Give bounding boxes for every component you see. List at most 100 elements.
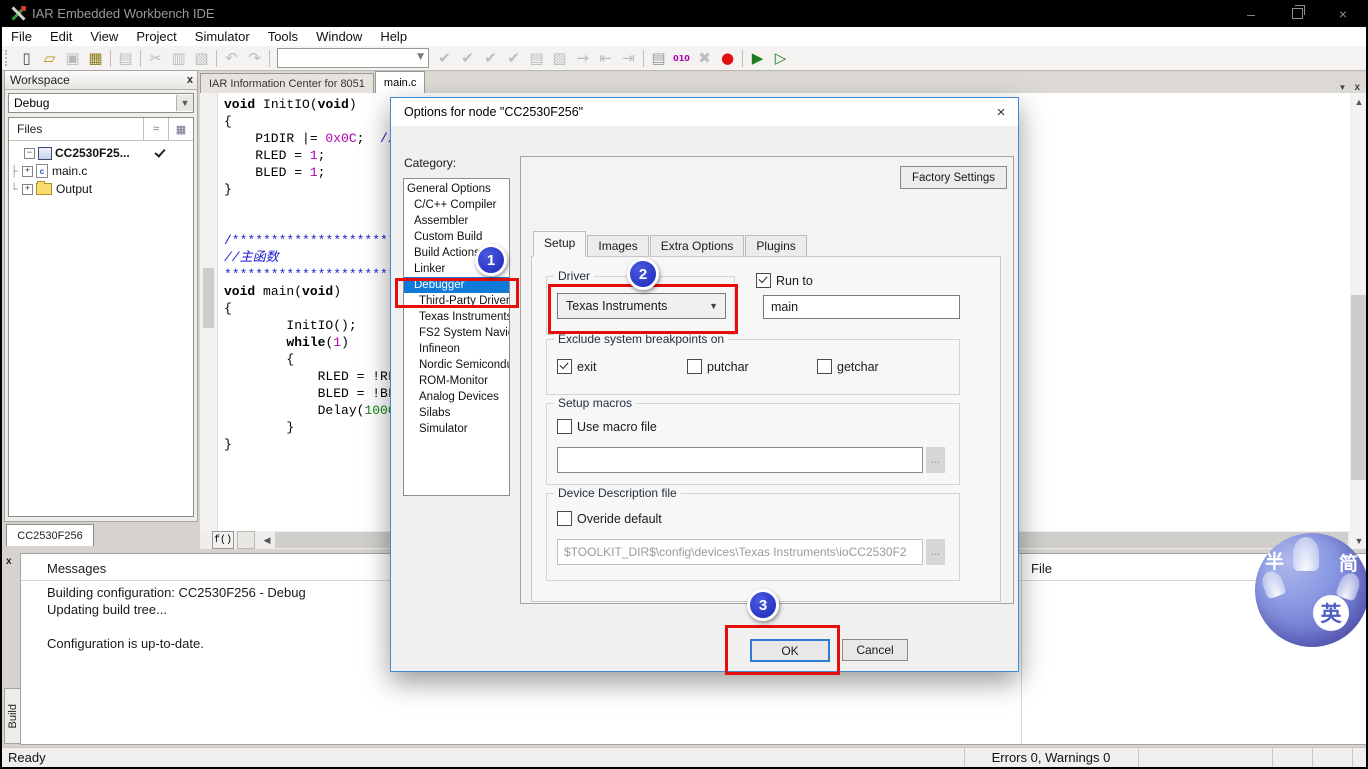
build-panel-close-icon[interactable]: x [6, 556, 12, 567]
category-item-simulator[interactable]: Simulator [404, 421, 509, 437]
debug-without-downloading-icon[interactable]: ▷ [769, 48, 792, 68]
tab-extra-options[interactable]: Extra Options [649, 235, 745, 257]
close-button[interactable]: × [1320, 0, 1366, 27]
run-to-checkbox[interactable] [756, 273, 771, 288]
menu-view[interactable]: View [81, 29, 127, 44]
output-column-icon[interactable]: ▦ [168, 118, 193, 140]
compile-icon[interactable]: ▤ [647, 48, 670, 68]
category-item-nordic-semiconductor[interactable]: Nordic Semiconductor [404, 357, 509, 373]
save-icon[interactable]: ▣ [61, 48, 84, 68]
category-item-analog-devices[interactable]: Analog Devices [404, 389, 509, 405]
workspace-bottom-tab[interactable]: CC2530F256 [6, 524, 94, 546]
category-item-rom-monitor[interactable]: ROM-Monitor [404, 373, 509, 389]
open-file-icon[interactable]: ▱ [38, 48, 61, 68]
exclude-option-getchar[interactable]: getchar [817, 359, 897, 374]
getchar-checkbox[interactable] [817, 359, 832, 374]
use-macro-file-checkbox[interactable] [557, 419, 572, 434]
category-label: Category: [404, 156, 457, 170]
category-item-general-options[interactable]: General Options [404, 181, 509, 197]
editor-tab-main-c[interactable]: main.c [374, 71, 426, 93]
editor-tab-iar-information-center-for-8051[interactable]: IAR Information Center for 8051 [200, 73, 374, 93]
menu-help[interactable]: Help [371, 29, 416, 44]
navigate-forward-icon[interactable]: → [571, 48, 594, 68]
build-panel-tab[interactable]: Build [4, 688, 21, 744]
cancel-button[interactable]: Cancel [842, 639, 908, 661]
dialog-close-icon[interactable]: × [984, 98, 1018, 126]
tab-close-icon[interactable]: x [1354, 82, 1360, 93]
find-previous-icon[interactable]: ✔ [502, 48, 525, 68]
tree-node-output[interactable]: └ + Output [9, 180, 193, 198]
download-and-debug-icon[interactable]: ▶ [746, 48, 769, 68]
replace-icon[interactable]: ✔ [456, 48, 479, 68]
exclude-option-putchar[interactable]: putchar [687, 359, 767, 374]
title-bar: IAR Embedded Workbench IDE – × [2, 0, 1366, 27]
category-item-custom-build[interactable]: Custom Build [404, 229, 509, 245]
device-browse-button[interactable]: ... [926, 539, 945, 565]
restore-button[interactable] [1274, 0, 1320, 27]
tree-node-cc2530f25-[interactable]: − CC2530F25... [9, 144, 193, 162]
copy-icon[interactable]: ▥ [167, 48, 190, 68]
vscroll-up-icon[interactable]: ▲ [1350, 93, 1366, 110]
menu-file[interactable]: File [2, 29, 41, 44]
device-file-input[interactable]: $TOOLKIT_DIR$\config\devices\Texas Instr… [557, 539, 923, 565]
function-list-button[interactable]: f() [212, 531, 234, 549]
stop-build-icon[interactable]: ✖ [693, 48, 716, 68]
undo-icon[interactable]: ↶ [220, 48, 243, 68]
hscroll-left-icon[interactable]: ◀ [259, 532, 275, 548]
factory-settings-button[interactable]: Factory Settings [900, 166, 1007, 189]
menu-tools[interactable]: Tools [259, 29, 307, 44]
tree-node-main-c[interactable]: ├ + c main.c [9, 162, 193, 180]
tree-expander-icon[interactable]: + [22, 165, 33, 177]
category-item-c-c-compiler[interactable]: C/C++ Compiler [404, 197, 509, 213]
category-list[interactable]: General Options C/C++ Compiler Assembler Cu… [403, 178, 510, 496]
build-order-icon[interactable]: ≈ [143, 118, 168, 140]
use-macro-file-row[interactable]: Use macro file [557, 419, 657, 434]
cut-icon[interactable]: ✂ [144, 48, 167, 68]
minimize-button[interactable]: – [1228, 0, 1274, 27]
menu-simulator[interactable]: Simulator [186, 29, 259, 44]
vscroll-down-icon[interactable]: ▼ [1350, 532, 1366, 549]
category-item-assembler[interactable]: Assembler [404, 213, 509, 229]
macro-file-input[interactable] [557, 447, 923, 473]
find-icon[interactable]: ✔ [433, 48, 456, 68]
new-file-icon[interactable]: ▯ [15, 48, 38, 68]
tab-plugins[interactable]: Plugins [745, 235, 807, 257]
run-to-input[interactable]: main [763, 295, 960, 319]
toggle-bookmark-icon[interactable]: ▨ [548, 48, 571, 68]
override-default-checkbox[interactable] [557, 511, 572, 526]
tab-setup[interactable]: Setup [533, 231, 587, 257]
override-default-row[interactable]: Overide default [557, 511, 662, 526]
workspace-close-icon[interactable]: x [187, 74, 193, 86]
putchar-checkbox[interactable] [687, 359, 702, 374]
category-item-fs2-system-navigator[interactable]: FS2 System Navigator [404, 325, 509, 341]
tree-expander-icon[interactable]: + [22, 183, 33, 195]
exclude-option-exit[interactable]: exit [557, 359, 687, 374]
previous-file-icon[interactable]: ⇤ [594, 48, 617, 68]
tab-images[interactable]: Images [587, 235, 649, 257]
vscroll-thumb[interactable] [1351, 295, 1366, 480]
redo-icon[interactable]: ↷ [243, 48, 266, 68]
find-next-icon[interactable]: ✔ [479, 48, 502, 68]
tree-expander-icon[interactable]: − [24, 147, 35, 159]
print-icon[interactable]: ▤ [114, 48, 137, 68]
menu-edit[interactable]: Edit [41, 29, 81, 44]
save-all-icon[interactable]: ▦ [84, 48, 107, 68]
category-item-infineon[interactable]: Infineon [404, 341, 509, 357]
paste-icon[interactable]: ▧ [190, 48, 213, 68]
editor-extra-button[interactable] [237, 531, 255, 549]
run-to-checkbox-row[interactable]: Run to [756, 273, 813, 288]
macro-browse-button[interactable]: ... [926, 447, 945, 473]
menu-window[interactable]: Window [307, 29, 371, 44]
menu-project[interactable]: Project [127, 29, 185, 44]
category-item-silabs[interactable]: Silabs [404, 405, 509, 421]
toggle-breakpoint-icon[interactable]: ● [716, 48, 739, 68]
toolbar-search-combobox[interactable]: ▼ [277, 48, 429, 68]
editor-vscrollbar[interactable]: ▲ ▼ [1350, 93, 1366, 549]
configuration-dropdown[interactable]: Debug ▼ [8, 93, 194, 113]
make-icon[interactable]: 010 [670, 48, 693, 68]
category-item-texas-instruments[interactable]: Texas Instruments [404, 309, 509, 325]
tab-scroll-down-icon[interactable]: ▼ [1339, 83, 1347, 92]
exit-checkbox[interactable] [557, 359, 572, 374]
goto-icon[interactable]: ▤ [525, 48, 548, 68]
next-file-icon[interactable]: ⇥ [617, 48, 640, 68]
